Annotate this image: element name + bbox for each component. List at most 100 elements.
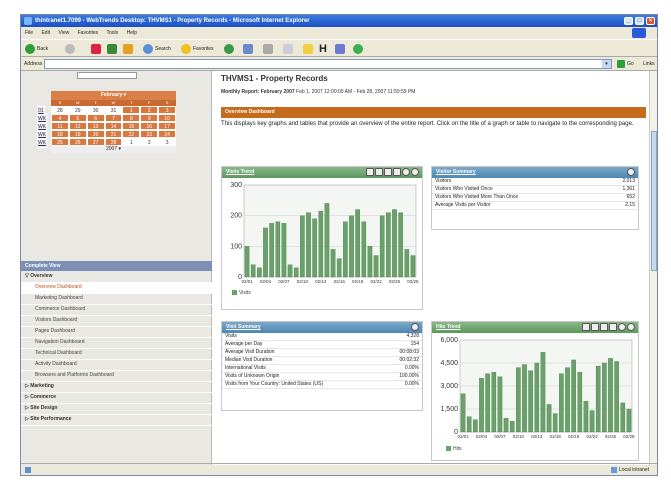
table-row: Average per Day 154 [222,341,422,349]
menu-file[interactable]: File [25,30,33,36]
calendar-day[interactable]: 11 [51,122,69,130]
minimize-button[interactable]: _ [624,17,633,25]
calendar-day[interactable]: 28 [104,138,123,146]
go-button[interactable]: Go [627,57,634,71]
export-icon[interactable] [384,168,392,176]
calendar-day[interactable]: 13 [86,122,105,130]
mail-button[interactable] [243,43,255,55]
calendar-day[interactable]: 27 [86,138,105,146]
forward-button[interactable] [65,43,77,55]
hits-bar [485,373,490,433]
close-button[interactable]: × [646,17,655,25]
menu-edit[interactable]: Edit [41,30,50,36]
calendar-day[interactable]: 20 [86,130,105,138]
calendar-month[interactable]: February ▾ [51,91,176,100]
collapse-icon[interactable] [627,323,635,331]
calendar-day[interactable]: 3 [158,106,177,114]
edit-button[interactable] [283,43,295,55]
collapse-icon[interactable] [627,168,635,176]
home-button[interactable] [123,43,135,55]
print-button[interactable] [263,43,275,55]
h-button[interactable]: H [319,43,327,55]
h-icon: H [319,43,327,55]
table-row: Visits 4,328 [222,333,422,341]
visits-bar [250,264,256,278]
calendar-day[interactable]: 26 [68,138,87,146]
export-icon[interactable] [600,323,608,331]
refresh-button[interactable] [107,43,119,55]
links-button[interactable]: Links [643,57,655,71]
menu-tools[interactable]: Tools [106,30,118,36]
calendar-week: WK 25 26 27 28 1 2 3 [37,138,177,148]
visits-trend-title[interactable]: Visits Trend [226,169,254,175]
address-dropdown-icon[interactable]: ▾ [602,60,611,68]
calendar-day[interactable]: 8 [122,114,141,122]
visitor-summary-title[interactable]: Visitor Summary [436,169,476,175]
calendar-day[interactable]: 18 [51,130,69,138]
calendar-day[interactable]: 4 [51,114,69,122]
chart-type-icon[interactable] [591,323,599,331]
back-button[interactable]: Back [25,43,48,55]
calendar-day[interactable]: 1 [122,138,141,146]
calendar-day[interactable]: 24 [158,130,177,138]
calendar-day[interactable]: 7 [104,114,123,122]
calendar-day[interactable]: 19 [68,130,87,138]
profile-select[interactable] [77,72,137,79]
scrollbar-thumb[interactable] [651,131,657,271]
research-button[interactable] [335,43,347,55]
address-input[interactable]: ▾ [44,59,612,69]
chart-type-icon[interactable] [375,168,383,176]
vertical-scrollbar[interactable] [649,71,657,465]
table-icon[interactable] [609,323,617,331]
maximize-button[interactable]: □ [635,17,644,25]
calendar-day[interactable]: 15 [122,122,141,130]
calendar-day[interactable]: 22 [122,130,141,138]
calendar-day[interactable]: 10 [158,114,177,122]
calendar-day[interactable]: 17 [158,122,177,130]
calendar-day[interactable]: 5 [68,114,87,122]
visits-bar [318,210,324,278]
print-icon[interactable] [366,168,374,176]
calendar-day[interactable]: 30 [86,106,105,114]
nav-section-site-performance[interactable]: ▷ Site Performance [21,414,212,426]
calendar-day[interactable]: 31 [104,106,123,114]
calendar-day[interactable]: 28 [51,106,69,114]
calendar-day[interactable]: 12 [68,122,87,130]
collapse-icon[interactable] [411,168,419,176]
folder-button[interactable] [303,43,315,55]
messenger-button[interactable] [353,43,365,55]
calendar-day[interactable]: 14 [104,122,123,130]
calendar-day[interactable]: 16 [140,122,159,130]
calendar-day[interactable]: 23 [140,130,159,138]
menu-view[interactable]: View [58,30,69,36]
collapse-icon[interactable] [411,323,419,331]
calendar-day[interactable]: 29 [68,106,87,114]
calendar-day[interactable]: 1 [122,106,141,114]
calendar-day[interactable]: 2 [140,138,159,146]
table-icon[interactable] [393,168,401,176]
stop-button[interactable] [91,43,103,55]
calendar-day[interactable]: 2 [140,106,159,114]
windows-logo-icon [632,28,646,38]
go-icon[interactable] [617,60,625,68]
visit-summary-title[interactable]: Visit Summary [226,324,261,330]
hits-trend-title[interactable]: Hits Trend [436,324,460,330]
menu-help[interactable]: Help [127,30,137,36]
calendar-day[interactable]: 3 [158,138,177,146]
mail-icon [243,43,253,54]
back-icon [25,43,35,54]
calendar-day[interactable]: 6 [86,114,105,122]
history-button[interactable] [224,43,236,55]
help-icon[interactable] [618,323,626,331]
print-icon[interactable] [582,323,590,331]
help-icon[interactable] [402,168,410,176]
calendar-day[interactable]: 25 [51,138,69,146]
calendar-day[interactable]: 9 [140,114,159,122]
week-link[interactable]: WK [37,138,48,148]
favorites-button[interactable]: Favorites [181,43,214,55]
search-button[interactable]: Search [143,43,171,55]
visits-y-tick: 200 [230,213,242,220]
calendar-year[interactable]: 2007 ▾ [51,146,176,153]
menu-favorites[interactable]: Favorites [78,30,99,36]
calendar-day[interactable]: 21 [104,130,123,138]
